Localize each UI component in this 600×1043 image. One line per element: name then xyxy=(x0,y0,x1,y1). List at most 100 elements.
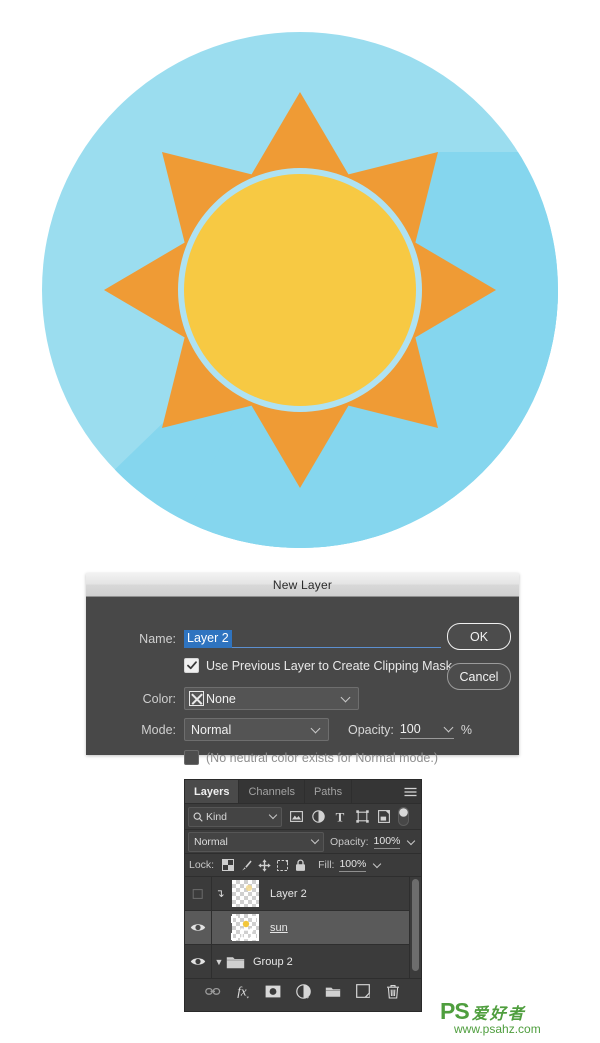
new-group-icon[interactable] xyxy=(325,983,342,1000)
adjustment-layer-filter-icon[interactable] xyxy=(307,807,329,827)
neutral-color-row: (No neutral color exists for Normal mode… xyxy=(184,750,438,765)
layer-list: ↴ Layer 2 sun ▼ Group 2 xyxy=(185,877,421,978)
layer-thumbnail[interactable] xyxy=(228,879,262,909)
brush-glyph xyxy=(241,860,252,870)
chevron-down-icon xyxy=(445,724,453,732)
name-row: Name: Layer 2 xyxy=(86,629,446,648)
new-layer-dialog: New Layer Name: Layer 2 Use Previous Lay… xyxy=(86,573,519,765)
layer-visibility-toggle[interactable] xyxy=(185,945,212,978)
clipping-mask-label: Use Previous Layer to Create Clipping Ma… xyxy=(206,658,452,673)
artboard-nesting-glyph xyxy=(276,859,288,871)
shape-filter-glyph xyxy=(355,810,369,823)
clipping-mask-checkbox[interactable] xyxy=(184,658,199,673)
table-row[interactable]: sun xyxy=(185,911,421,945)
chevron-down-icon[interactable] xyxy=(407,837,417,847)
folder-icon xyxy=(226,955,245,969)
site-watermark: PS 爱好者 www.psahz.com xyxy=(440,1000,590,1040)
blend-mode-select[interactable]: Normal xyxy=(184,718,329,741)
chevron-down-icon[interactable] xyxy=(373,860,383,870)
layer-list-scrollbar[interactable] xyxy=(409,877,421,978)
no-color-swatch-icon xyxy=(189,691,204,706)
color-select[interactable]: None xyxy=(184,687,359,710)
thumbnail-content xyxy=(245,884,252,892)
color-label: Color: xyxy=(142,691,176,706)
lock-transparent-pixels-icon[interactable] xyxy=(219,856,237,874)
filter-kind-label: Kind xyxy=(206,810,228,823)
move-arrows-glyph xyxy=(257,858,271,872)
pixel-layer-filter-icon[interactable] xyxy=(285,807,307,827)
lock-image-pixels-icon[interactable] xyxy=(237,856,255,874)
folder-glyph xyxy=(226,956,245,968)
tab-channels[interactable]: Channels xyxy=(239,780,305,803)
link-layers-icon[interactable] xyxy=(205,983,222,1000)
smart-object-filter-icon[interactable] xyxy=(373,807,395,827)
opacity-percent-label: % xyxy=(460,722,472,737)
table-row[interactable]: ↴ Layer 2 xyxy=(185,877,421,911)
mode-row: Mode: Normal Opacity: 100 % xyxy=(86,718,472,741)
fill-label: Fill: xyxy=(318,859,335,871)
layer-name-input[interactable]: Layer 2 xyxy=(184,629,441,648)
half-circle-glyph xyxy=(295,983,311,999)
dialog-body: Name: Layer 2 Use Previous Layer to Crea… xyxy=(86,597,519,765)
new-layer-icon[interactable] xyxy=(355,983,372,1000)
sun-icon-svg xyxy=(42,32,558,548)
ok-button[interactable]: OK xyxy=(447,623,511,650)
new-adjustment-layer-icon[interactable] xyxy=(295,983,312,1000)
adjustment-filter-glyph xyxy=(311,810,325,823)
lock-label: Lock: xyxy=(189,859,215,871)
eye-icon-off xyxy=(192,888,203,899)
watermark-brand-cn: 爱好者 xyxy=(471,1006,526,1023)
table-row[interactable]: ▼ Group 2 xyxy=(185,945,421,978)
cancel-button[interactable]: Cancel xyxy=(447,663,511,690)
layer-thumbnail[interactable] xyxy=(228,913,262,943)
tab-paths[interactable]: Paths xyxy=(304,780,353,803)
sun-core xyxy=(184,174,416,406)
panel-blend-mode-select[interactable]: Normal xyxy=(188,831,324,852)
opacity-input[interactable]: 100 xyxy=(399,721,454,739)
watermark-url: www.psahz.com xyxy=(454,1022,541,1036)
fill-value[interactable]: 100% xyxy=(339,858,367,872)
layer-style-fx-icon[interactable]: fx xyxy=(235,983,252,1000)
clipping-mask-checkbox-row[interactable]: Use Previous Layer to Create Clipping Ma… xyxy=(184,658,452,673)
chevron-down-icon xyxy=(312,725,320,733)
filter-toggle-switch[interactable] xyxy=(397,807,409,826)
watermark-brand: PS xyxy=(440,998,470,1024)
layer-thumbnail-image xyxy=(231,880,259,907)
trash-glyph xyxy=(387,984,399,999)
chevron-down-icon xyxy=(312,837,319,844)
opacity-value: 100 xyxy=(399,722,421,736)
panel-opacity-value[interactable]: 100% xyxy=(373,835,401,849)
layer-name: Group 2 xyxy=(253,955,293,968)
blend-mode-value: Normal xyxy=(191,722,232,737)
color-row: Color: None xyxy=(86,687,359,710)
hamburger-menu-icon[interactable] xyxy=(399,780,421,803)
layer-visibility-toggle[interactable] xyxy=(185,911,212,944)
layer-name-value: Layer 2 xyxy=(184,630,232,648)
opacity-label: Opacity: xyxy=(348,722,394,737)
lock-all-icon[interactable] xyxy=(291,856,309,874)
lock-position-icon[interactable] xyxy=(255,856,273,874)
type-layer-filter-icon[interactable]: T xyxy=(329,807,351,827)
scrollbar-thumb[interactable] xyxy=(412,879,419,971)
chevron-down-icon xyxy=(270,812,277,819)
tab-layers[interactable]: Layers xyxy=(185,780,240,803)
group-expand-chevron-icon[interactable]: ▼ xyxy=(212,957,226,967)
neutral-color-checkbox xyxy=(184,750,199,765)
padlock-glyph xyxy=(295,858,305,871)
panel-opacity-label: Opacity: xyxy=(330,835,369,848)
transform-selection-indicator xyxy=(231,915,259,940)
sun-icon-artwork xyxy=(42,22,558,558)
checkmark-icon xyxy=(186,661,197,670)
shape-layer-filter-icon[interactable] xyxy=(351,807,373,827)
add-layer-mask-icon[interactable] xyxy=(265,983,282,1000)
lock-artboard-nesting-icon[interactable] xyxy=(273,856,291,874)
dialog-titlebar: New Layer xyxy=(86,573,519,597)
chevron-down-icon xyxy=(342,694,350,702)
blend-mode-row: Normal Opacity: 100% xyxy=(185,830,421,854)
panel-tab-bar: Layers Channels Paths xyxy=(185,780,421,804)
layer-visibility-toggle[interactable] xyxy=(185,877,212,910)
layers-panel-footer: fx xyxy=(185,978,421,1003)
svg-text:T: T xyxy=(336,811,345,823)
delete-layer-icon[interactable] xyxy=(385,983,402,1000)
filter-kind-select[interactable]: Kind xyxy=(188,806,282,827)
